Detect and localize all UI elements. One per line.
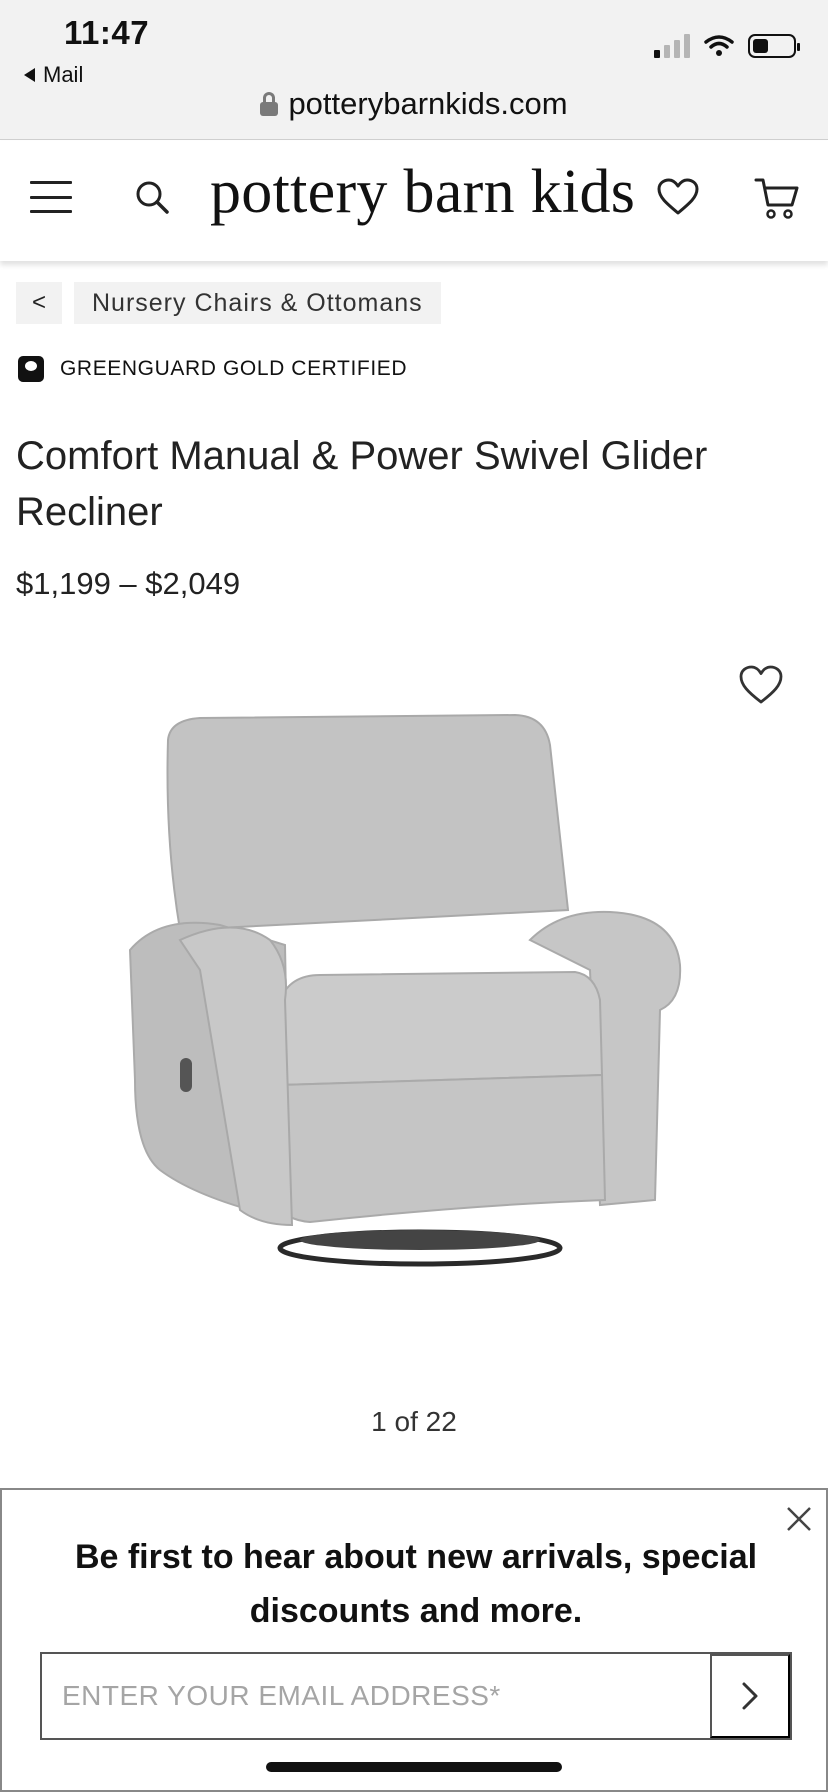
back-to-app-link[interactable]: Mail xyxy=(24,62,83,88)
newsletter-form xyxy=(40,1652,792,1740)
home-indicator xyxy=(266,1762,562,1772)
greenguard-icon xyxy=(18,356,44,382)
wifi-icon xyxy=(704,35,734,56)
url-text: potterybarnkids.com xyxy=(288,86,568,121)
battery-icon xyxy=(748,34,800,58)
certification-label: GREENGUARD GOLD CERTIFIED xyxy=(60,357,408,380)
site-logo[interactable]: pottery barn kids xyxy=(210,157,635,228)
email-submit-button[interactable] xyxy=(710,1654,790,1738)
product-title: Comfort Manual & Power Swivel Glider Rec… xyxy=(16,434,708,534)
favorite-heart-icon[interactable] xyxy=(738,664,784,706)
back-app-label: Mail xyxy=(43,62,84,87)
breadcrumb-back-button[interactable]: < xyxy=(16,282,62,324)
product-price: $1,199 – $2,049 xyxy=(16,566,241,601)
breadcrumb-category-link[interactable]: Nursery Chairs & Ottomans xyxy=(74,282,441,324)
image-pager: 1 of 22 xyxy=(371,1406,457,1437)
browser-chrome: 11:47 Mail potterybarnkids.com xyxy=(0,0,828,140)
cart-icon[interactable] xyxy=(754,175,800,221)
site-header: pottery barn kids xyxy=(0,141,828,261)
status-time: 11:47 xyxy=(64,14,150,51)
menu-icon[interactable] xyxy=(30,181,72,213)
newsletter-headline: Be first to hear about new arrivals, spe… xyxy=(74,1538,758,1630)
status-icons xyxy=(654,34,800,58)
back-triangle-icon xyxy=(24,68,35,82)
email-input[interactable] xyxy=(42,1654,710,1738)
cellular-signal-icon xyxy=(654,34,690,58)
heart-icon[interactable] xyxy=(656,177,700,217)
newsletter-popup: Be first to hear about new arrivals, spe… xyxy=(0,1488,828,1792)
product-image-chair[interactable] xyxy=(120,700,720,1280)
address-bar[interactable]: potterybarnkids.com xyxy=(0,86,828,122)
certification-badge: GREENGUARD GOLD CERTIFIED xyxy=(18,356,407,382)
search-icon[interactable] xyxy=(132,177,172,217)
chevron-right-icon xyxy=(742,1682,758,1710)
lock-icon xyxy=(260,92,279,116)
